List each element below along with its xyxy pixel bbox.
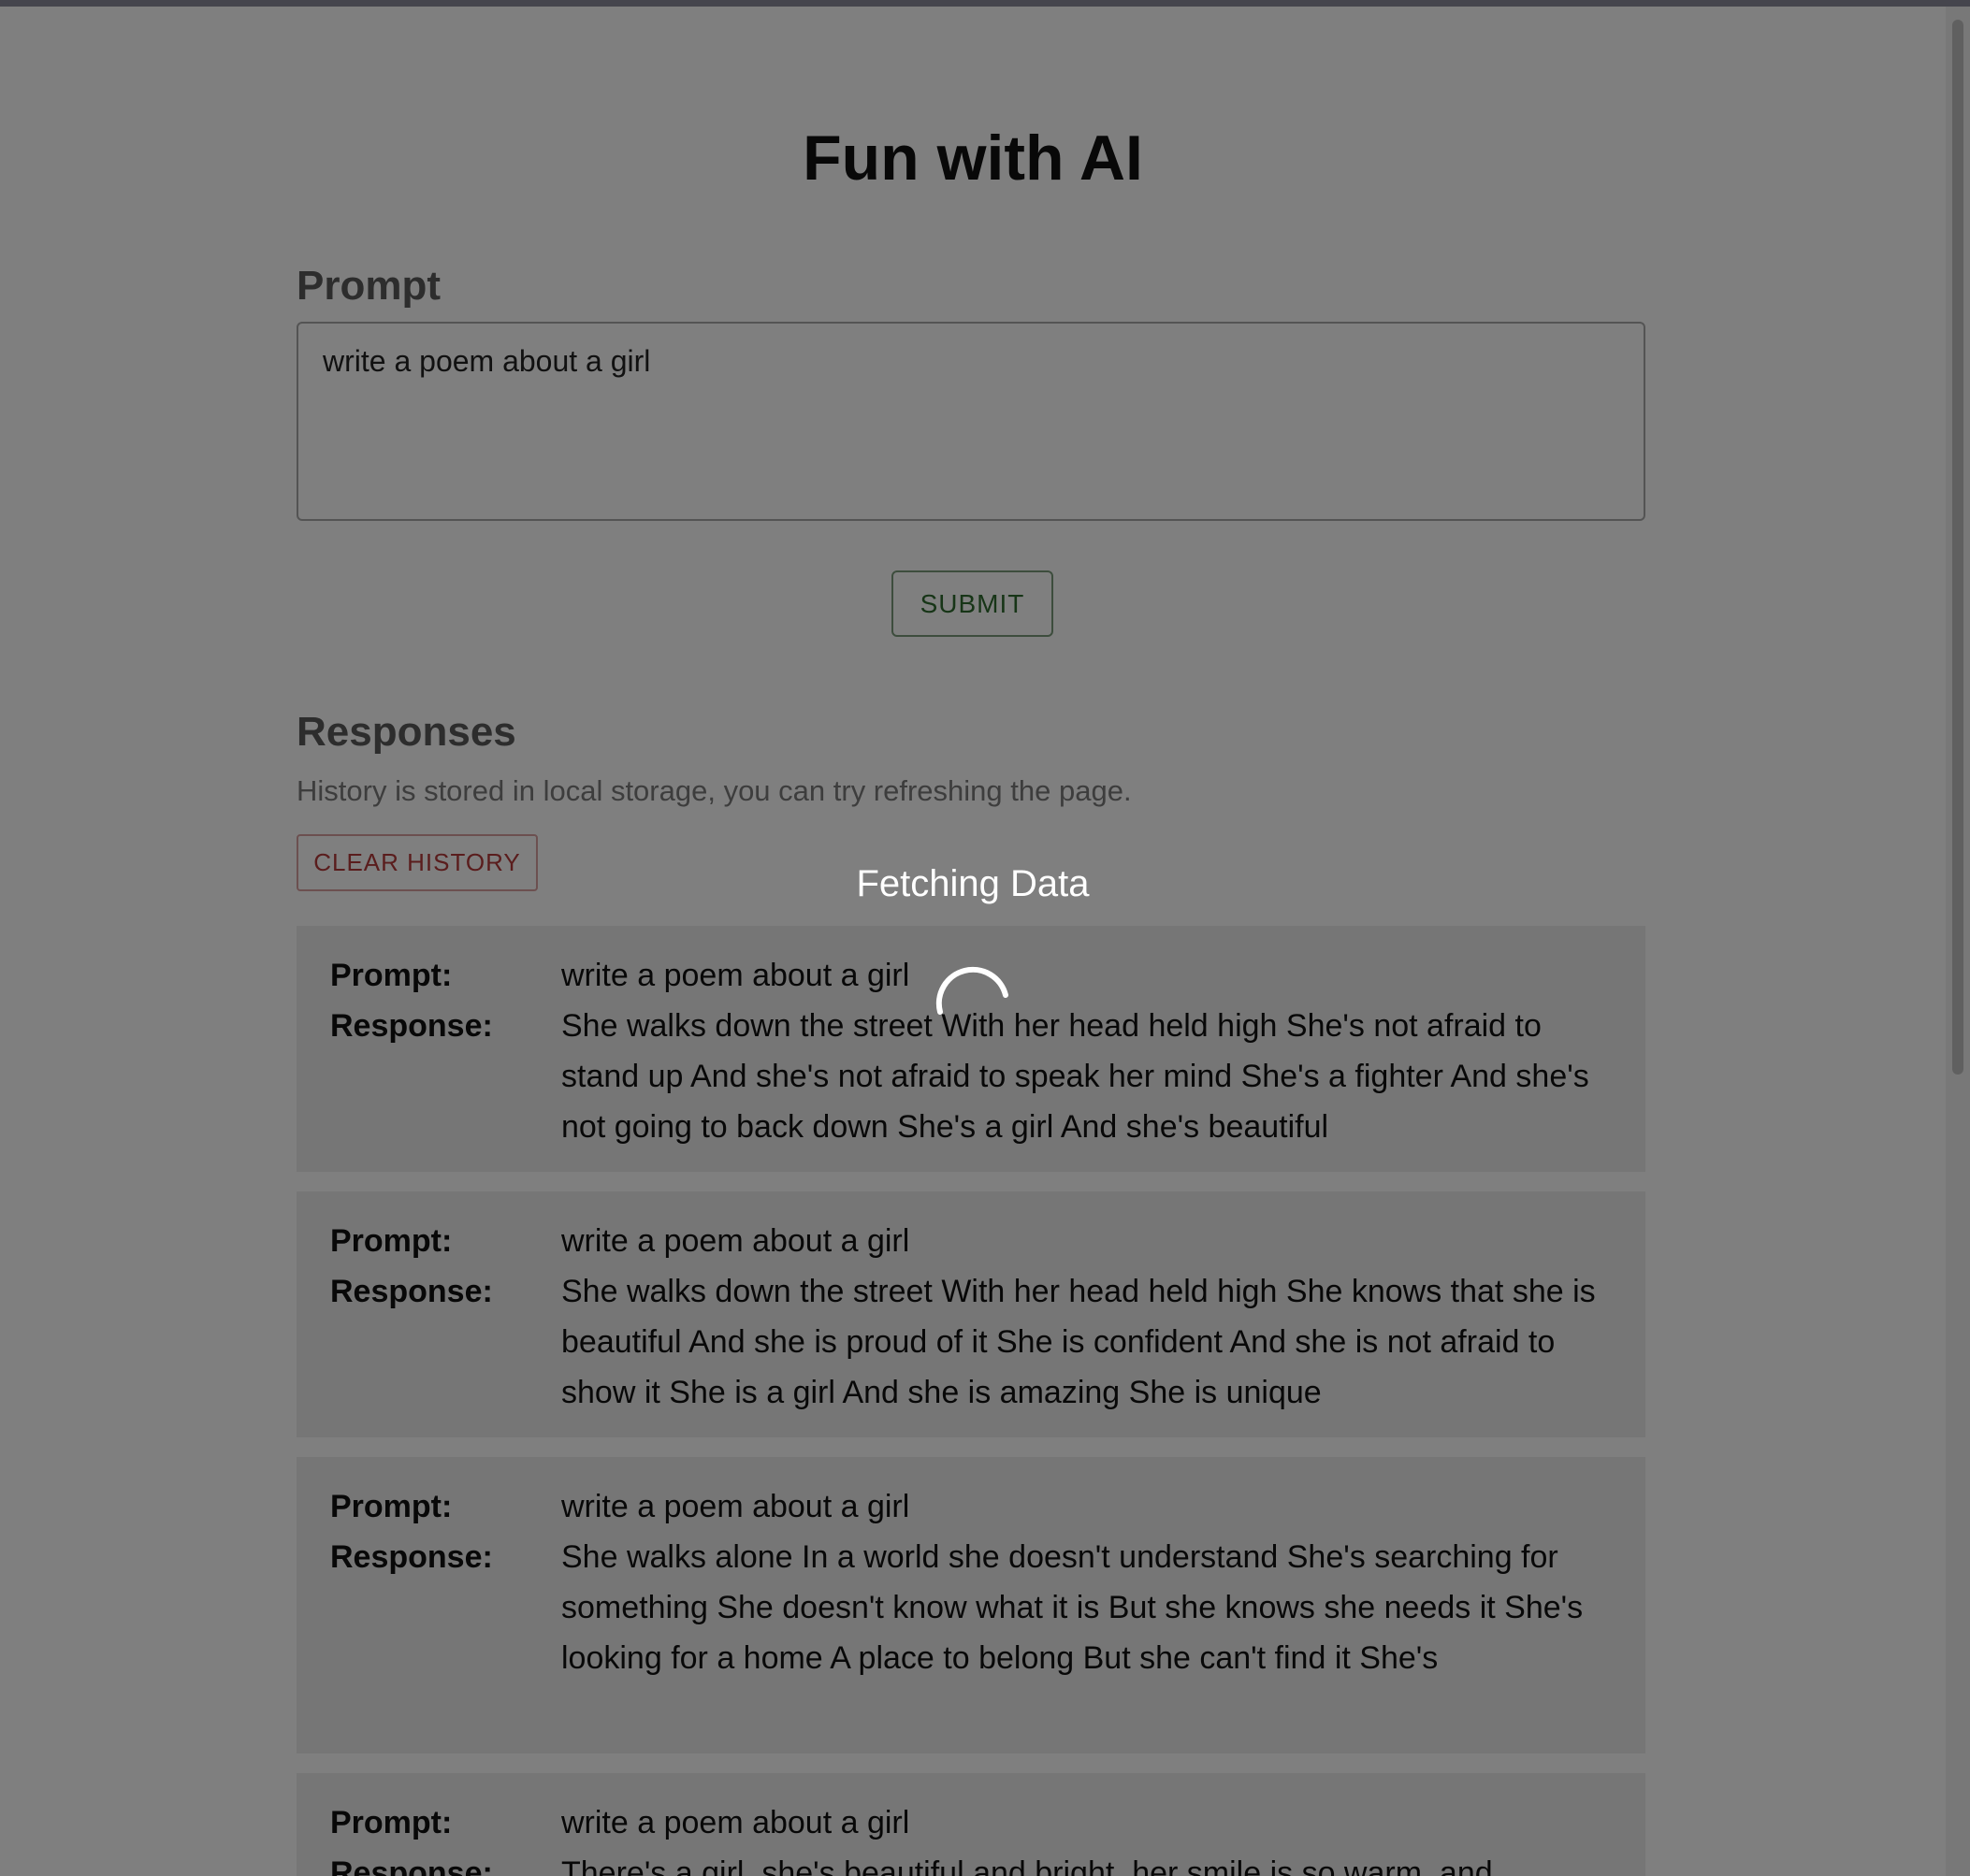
loading-overlay: Fetching Data [0, 0, 1970, 1876]
spinner-icon [935, 966, 1008, 1015]
loading-text: Fetching Data [856, 863, 1090, 904]
